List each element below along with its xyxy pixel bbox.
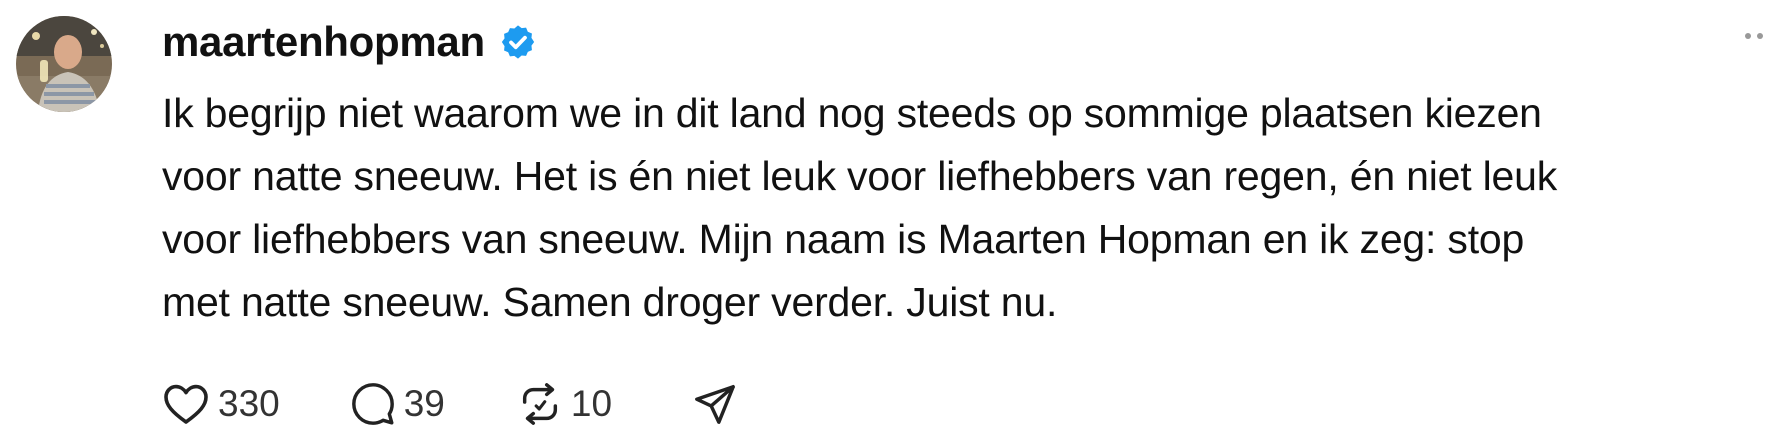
thread-post: maartenhopman Ik begrijp niet waarom we … bbox=[0, 0, 1768, 442]
post-text-line: voor liefhebbers van sneeuw. Mijn naam i… bbox=[162, 216, 1525, 262]
action-bar: 330 39 10 bbox=[162, 376, 738, 432]
like-count: 330 bbox=[218, 383, 280, 424]
share-icon bbox=[695, 385, 735, 424]
heart-icon bbox=[164, 384, 208, 424]
reply-button[interactable]: 39 bbox=[350, 381, 445, 427]
post-text-line: met natte sneeuw. Samen droger verder. J… bbox=[162, 279, 1058, 325]
share-button[interactable] bbox=[692, 381, 738, 427]
avatar-image bbox=[16, 16, 112, 112]
post-header: maartenhopman bbox=[162, 12, 537, 72]
reply-count: 39 bbox=[403, 383, 445, 424]
comment-icon bbox=[351, 383, 394, 425]
username[interactable]: maartenhopman bbox=[162, 18, 485, 66]
post-text-line: Ik begrijp niet waarom we in dit land no… bbox=[162, 90, 1542, 136]
post-text: Ik begrijp niet waarom we in dit land no… bbox=[162, 82, 1742, 334]
verified-badge-icon bbox=[499, 23, 537, 61]
like-button[interactable]: 330 bbox=[162, 381, 280, 427]
repost-count: 10 bbox=[570, 383, 613, 424]
repost-button[interactable]: 10 bbox=[517, 381, 612, 427]
post-text-line: voor natte sneeuw. Het is én niet leuk v… bbox=[162, 153, 1558, 199]
avatar[interactable] bbox=[16, 16, 112, 112]
more-options-icon[interactable] bbox=[1728, 26, 1768, 46]
repost-icon bbox=[522, 383, 557, 425]
